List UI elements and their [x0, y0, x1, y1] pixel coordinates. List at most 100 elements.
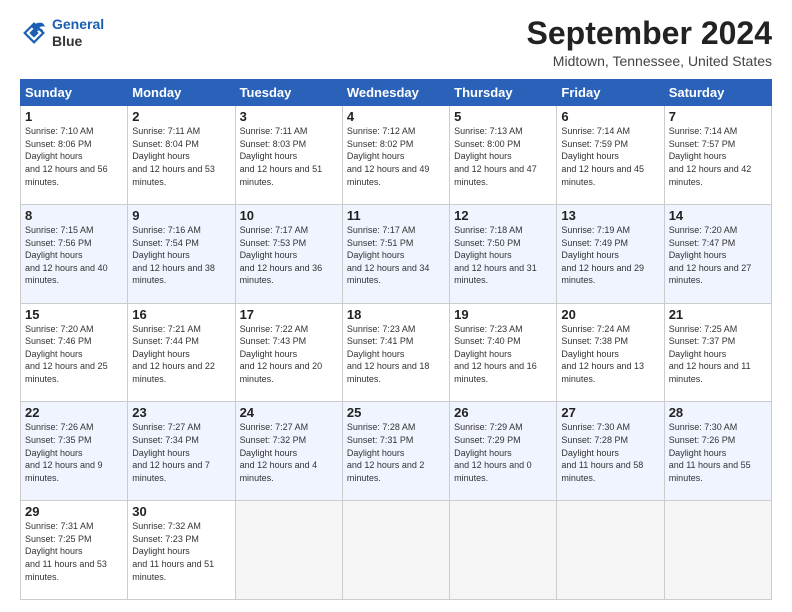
day-cell: 8Sunrise: 7:15 AMSunset: 7:56 PMDaylight…	[21, 204, 128, 303]
day-number: 4	[347, 109, 445, 124]
day-number: 19	[454, 307, 552, 322]
logo-line2: Blue	[52, 33, 104, 50]
month-title: September 2024	[527, 16, 772, 51]
day-info: Sunrise: 7:22 AMSunset: 7:43 PMDaylight …	[240, 323, 338, 386]
header: General Blue September 2024 Midtown, Ten…	[20, 16, 772, 69]
day-info: Sunrise: 7:29 AMSunset: 7:29 PMDaylight …	[454, 421, 552, 484]
day-number: 25	[347, 405, 445, 420]
day-cell: 15Sunrise: 7:20 AMSunset: 7:46 PMDayligh…	[21, 303, 128, 402]
day-number: 21	[669, 307, 767, 322]
day-cell	[664, 501, 771, 600]
day-info: Sunrise: 7:30 AMSunset: 7:26 PMDaylight …	[669, 421, 767, 484]
day-cell: 17Sunrise: 7:22 AMSunset: 7:43 PMDayligh…	[235, 303, 342, 402]
day-cell: 19Sunrise: 7:23 AMSunset: 7:40 PMDayligh…	[450, 303, 557, 402]
day-cell	[342, 501, 449, 600]
logo: General Blue	[20, 16, 104, 50]
day-number: 29	[25, 504, 123, 519]
day-info: Sunrise: 7:15 AMSunset: 7:56 PMDaylight …	[25, 224, 123, 287]
col-sunday: Sunday	[21, 80, 128, 106]
day-cell: 3Sunrise: 7:11 AMSunset: 8:03 PMDaylight…	[235, 106, 342, 205]
day-number: 10	[240, 208, 338, 223]
day-cell: 24Sunrise: 7:27 AMSunset: 7:32 PMDayligh…	[235, 402, 342, 501]
day-cell	[450, 501, 557, 600]
day-info: Sunrise: 7:11 AMSunset: 8:03 PMDaylight …	[240, 125, 338, 188]
day-cell	[557, 501, 664, 600]
day-cell: 9Sunrise: 7:16 AMSunset: 7:54 PMDaylight…	[128, 204, 235, 303]
day-number: 15	[25, 307, 123, 322]
day-number: 3	[240, 109, 338, 124]
day-info: Sunrise: 7:25 AMSunset: 7:37 PMDaylight …	[669, 323, 767, 386]
day-info: Sunrise: 7:20 AMSunset: 7:47 PMDaylight …	[669, 224, 767, 287]
col-saturday: Saturday	[664, 80, 771, 106]
day-number: 6	[561, 109, 659, 124]
day-info: Sunrise: 7:14 AMSunset: 7:59 PMDaylight …	[561, 125, 659, 188]
day-info: Sunrise: 7:12 AMSunset: 8:02 PMDaylight …	[347, 125, 445, 188]
day-info: Sunrise: 7:21 AMSunset: 7:44 PMDaylight …	[132, 323, 230, 386]
col-wednesday: Wednesday	[342, 80, 449, 106]
day-cell: 28Sunrise: 7:30 AMSunset: 7:26 PMDayligh…	[664, 402, 771, 501]
day-cell: 6Sunrise: 7:14 AMSunset: 7:59 PMDaylight…	[557, 106, 664, 205]
title-block: September 2024 Midtown, Tennessee, Unite…	[527, 16, 772, 69]
day-cell: 18Sunrise: 7:23 AMSunset: 7:41 PMDayligh…	[342, 303, 449, 402]
day-info: Sunrise: 7:14 AMSunset: 7:57 PMDaylight …	[669, 125, 767, 188]
day-number: 17	[240, 307, 338, 322]
day-info: Sunrise: 7:16 AMSunset: 7:54 PMDaylight …	[132, 224, 230, 287]
day-cell: 2Sunrise: 7:11 AMSunset: 8:04 PMDaylight…	[128, 106, 235, 205]
day-cell: 30Sunrise: 7:32 AMSunset: 7:23 PMDayligh…	[128, 501, 235, 600]
day-info: Sunrise: 7:13 AMSunset: 8:00 PMDaylight …	[454, 125, 552, 188]
day-info: Sunrise: 7:10 AMSunset: 8:06 PMDaylight …	[25, 125, 123, 188]
day-cell: 20Sunrise: 7:24 AMSunset: 7:38 PMDayligh…	[557, 303, 664, 402]
day-number: 2	[132, 109, 230, 124]
day-info: Sunrise: 7:30 AMSunset: 7:28 PMDaylight …	[561, 421, 659, 484]
day-number: 27	[561, 405, 659, 420]
logo-line1: General	[52, 16, 104, 32]
day-cell: 12Sunrise: 7:18 AMSunset: 7:50 PMDayligh…	[450, 204, 557, 303]
day-info: Sunrise: 7:27 AMSunset: 7:32 PMDaylight …	[240, 421, 338, 484]
week-row-5: 29Sunrise: 7:31 AMSunset: 7:25 PMDayligh…	[21, 501, 772, 600]
day-number: 20	[561, 307, 659, 322]
day-info: Sunrise: 7:18 AMSunset: 7:50 PMDaylight …	[454, 224, 552, 287]
day-number: 1	[25, 109, 123, 124]
week-row-3: 15Sunrise: 7:20 AMSunset: 7:46 PMDayligh…	[21, 303, 772, 402]
day-info: Sunrise: 7:26 AMSunset: 7:35 PMDaylight …	[25, 421, 123, 484]
day-cell: 27Sunrise: 7:30 AMSunset: 7:28 PMDayligh…	[557, 402, 664, 501]
day-info: Sunrise: 7:27 AMSunset: 7:34 PMDaylight …	[132, 421, 230, 484]
day-number: 24	[240, 405, 338, 420]
page: General Blue September 2024 Midtown, Ten…	[0, 0, 792, 612]
day-info: Sunrise: 7:17 AMSunset: 7:51 PMDaylight …	[347, 224, 445, 287]
day-info: Sunrise: 7:11 AMSunset: 8:04 PMDaylight …	[132, 125, 230, 188]
day-number: 5	[454, 109, 552, 124]
day-number: 8	[25, 208, 123, 223]
day-info: Sunrise: 7:17 AMSunset: 7:53 PMDaylight …	[240, 224, 338, 287]
day-number: 12	[454, 208, 552, 223]
week-row-1: 1Sunrise: 7:10 AMSunset: 8:06 PMDaylight…	[21, 106, 772, 205]
week-row-2: 8Sunrise: 7:15 AMSunset: 7:56 PMDaylight…	[21, 204, 772, 303]
day-cell: 7Sunrise: 7:14 AMSunset: 7:57 PMDaylight…	[664, 106, 771, 205]
day-cell: 16Sunrise: 7:21 AMSunset: 7:44 PMDayligh…	[128, 303, 235, 402]
day-cell	[235, 501, 342, 600]
day-cell: 14Sunrise: 7:20 AMSunset: 7:47 PMDayligh…	[664, 204, 771, 303]
day-info: Sunrise: 7:23 AMSunset: 7:41 PMDaylight …	[347, 323, 445, 386]
day-cell: 21Sunrise: 7:25 AMSunset: 7:37 PMDayligh…	[664, 303, 771, 402]
logo-icon	[20, 19, 48, 47]
day-info: Sunrise: 7:19 AMSunset: 7:49 PMDaylight …	[561, 224, 659, 287]
day-cell: 23Sunrise: 7:27 AMSunset: 7:34 PMDayligh…	[128, 402, 235, 501]
day-number: 14	[669, 208, 767, 223]
day-cell: 29Sunrise: 7:31 AMSunset: 7:25 PMDayligh…	[21, 501, 128, 600]
day-cell: 10Sunrise: 7:17 AMSunset: 7:53 PMDayligh…	[235, 204, 342, 303]
day-info: Sunrise: 7:28 AMSunset: 7:31 PMDaylight …	[347, 421, 445, 484]
calendar-table: Sunday Monday Tuesday Wednesday Thursday…	[20, 79, 772, 600]
col-thursday: Thursday	[450, 80, 557, 106]
day-cell: 26Sunrise: 7:29 AMSunset: 7:29 PMDayligh…	[450, 402, 557, 501]
day-info: Sunrise: 7:23 AMSunset: 7:40 PMDaylight …	[454, 323, 552, 386]
week-row-4: 22Sunrise: 7:26 AMSunset: 7:35 PMDayligh…	[21, 402, 772, 501]
day-info: Sunrise: 7:20 AMSunset: 7:46 PMDaylight …	[25, 323, 123, 386]
day-number: 22	[25, 405, 123, 420]
calendar-header-row: Sunday Monday Tuesday Wednesday Thursday…	[21, 80, 772, 106]
day-number: 16	[132, 307, 230, 322]
day-number: 11	[347, 208, 445, 223]
day-number: 26	[454, 405, 552, 420]
col-monday: Monday	[128, 80, 235, 106]
day-cell: 25Sunrise: 7:28 AMSunset: 7:31 PMDayligh…	[342, 402, 449, 501]
day-cell: 1Sunrise: 7:10 AMSunset: 8:06 PMDaylight…	[21, 106, 128, 205]
